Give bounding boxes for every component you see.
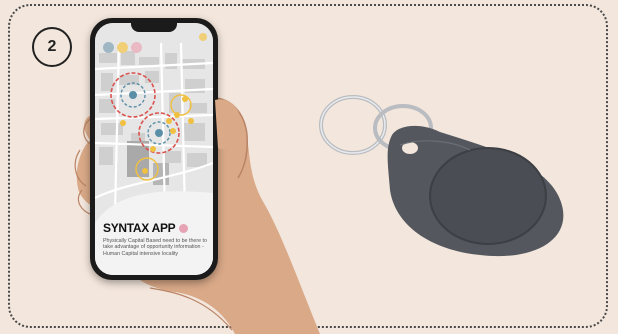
app-description: Physically Capital Based need to be ther…	[103, 238, 207, 257]
menu-icon[interactable]	[199, 33, 207, 41]
bird-icon[interactable]	[103, 42, 114, 53]
app-info-panel: SYNTAX APP Physically Capital Based need…	[103, 221, 209, 257]
app-title: SYNTAX APP	[103, 221, 209, 235]
illustration-stage: 2 SYNTAX APP Physically Capital Based ne…	[0, 0, 618, 334]
person-icon	[179, 223, 189, 233]
map-toolbar	[103, 42, 142, 53]
home-icon[interactable]	[131, 42, 142, 53]
app-title-text: SYNTAX APP	[103, 221, 176, 235]
rfid-keyfob	[319, 95, 564, 257]
phone-notch	[131, 23, 177, 32]
star-icon[interactable]	[117, 42, 128, 53]
